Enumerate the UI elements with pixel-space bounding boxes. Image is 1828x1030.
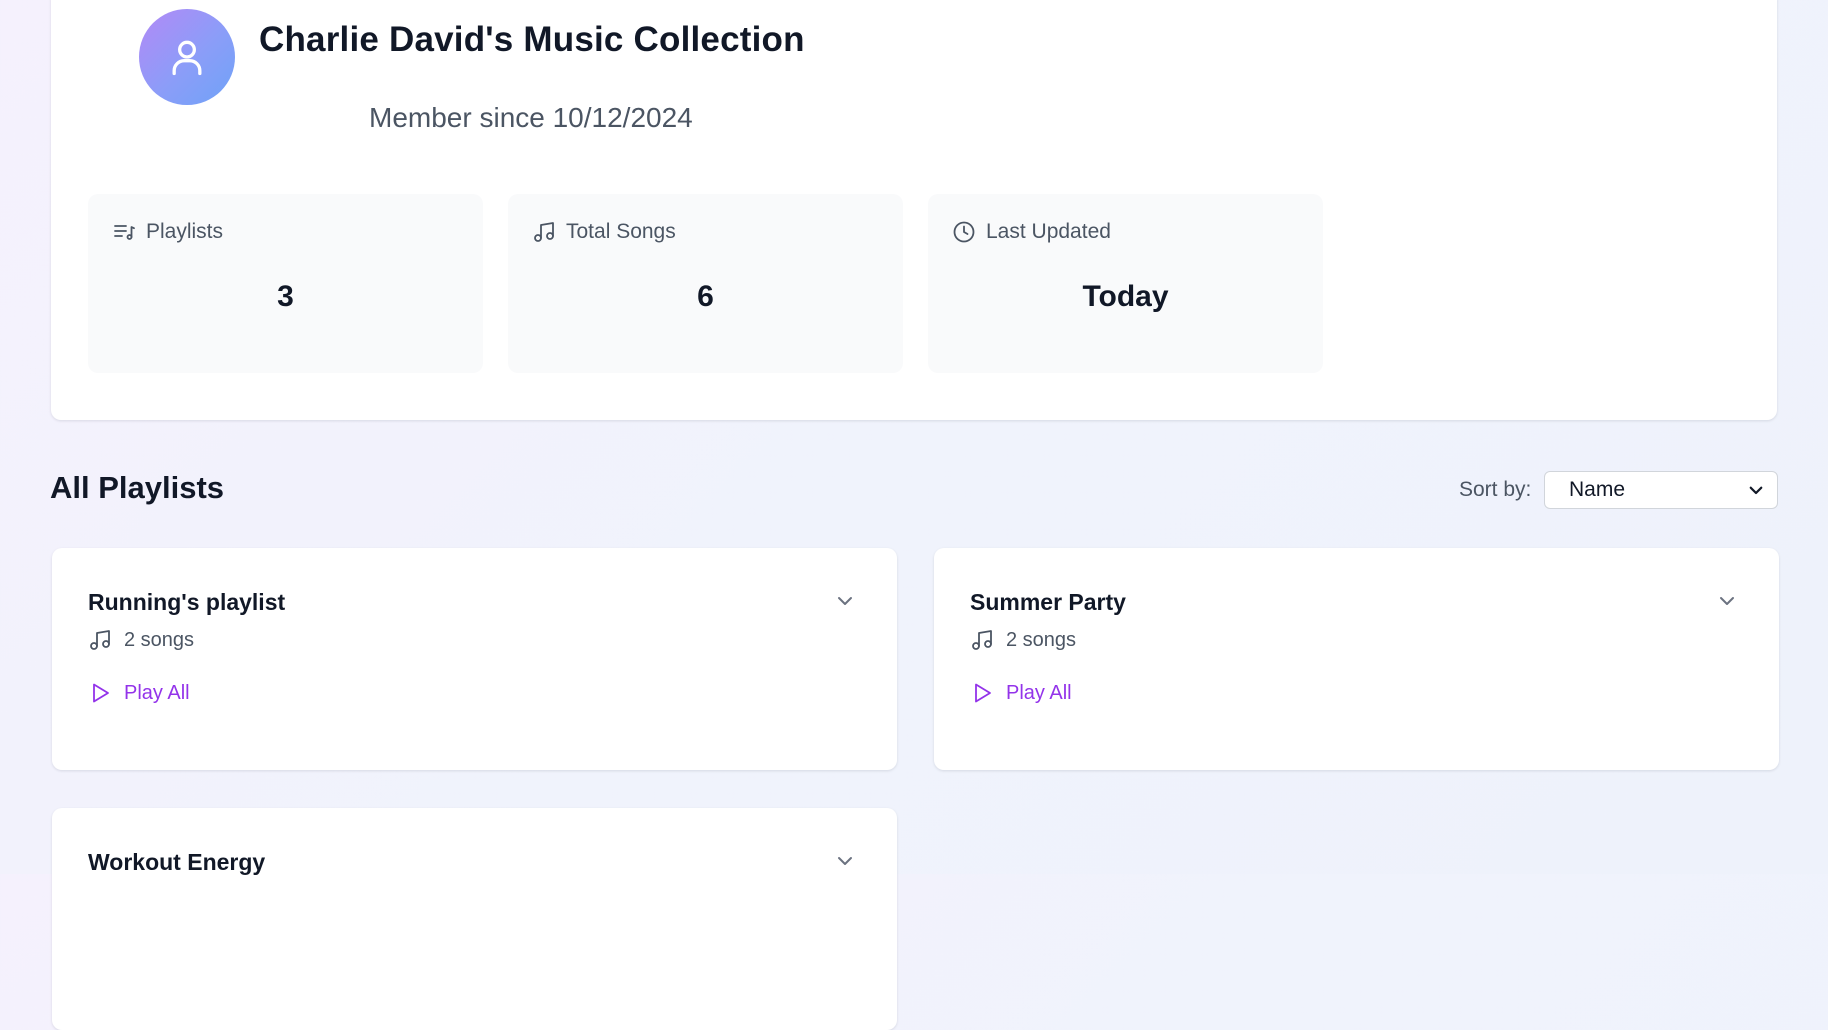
playlist-icon [112,220,136,244]
section-title: All Playlists [50,470,225,505]
stat-card-playlists: Playlists 3 [88,194,483,373]
playlist-song-count: 2 songs [970,628,1076,652]
stat-card-last-updated: Last Updated Today [928,194,1323,373]
stat-label: Playlists [146,220,224,243]
play-icon [93,683,109,703]
playlist-name: Workout Energy [88,849,266,875]
play-all-button[interactable]: Play All [970,681,1072,705]
music-note-icon [532,220,556,244]
playlist-card: Summer Party 2 songs Play All [934,548,1779,770]
music-note-icon [90,630,110,650]
expand-playlist-button[interactable] [831,587,859,615]
play-all-label: Play All [124,681,190,704]
sort-label: Sort by: [1459,478,1532,501]
playlist-name: Running's playlist [88,589,286,615]
clock-icon [952,220,976,244]
chevron-down-icon [1720,597,1734,605]
user-icon [172,40,202,76]
expand-playlist-button[interactable] [1713,587,1741,615]
stat-label: Last Updated [986,220,1111,243]
playlist-song-count: 2 songs [88,628,194,652]
chevron-down-icon [838,857,852,865]
sort-select-value: Name [1569,478,1626,501]
music-note-icon [972,630,992,650]
stat-card-total-songs: Total Songs 6 [508,194,903,373]
stat-value-last-updated: Today [1082,280,1169,313]
sort-select[interactable]: Name [1544,471,1778,509]
playlist-card: Running's playlist 2 songs Play All [52,548,897,770]
playlist-card: Workout Energy [52,808,897,1030]
stat-value-playlists: 3 [277,280,294,313]
page-title: Charlie David's Music Collection [259,20,805,59]
profile-card: Charlie David's Music Collection Member … [51,0,1777,420]
chevron-down-icon [1749,486,1763,495]
play-all-button[interactable]: Play All [88,681,190,705]
stat-value-total-songs: 6 [697,280,714,313]
stat-label: Total Songs [566,220,676,243]
play-all-label: Play All [1006,681,1072,704]
song-count-text: 2 songs [1006,628,1077,651]
chevron-down-icon [838,597,852,605]
play-icon [975,683,991,703]
song-count-text: 2 songs [124,628,195,651]
playlist-name: Summer Party [970,589,1126,615]
avatar [139,9,235,105]
member-since-text: Member since 10/12/2024 [369,102,693,133]
expand-playlist-button[interactable] [831,847,859,875]
